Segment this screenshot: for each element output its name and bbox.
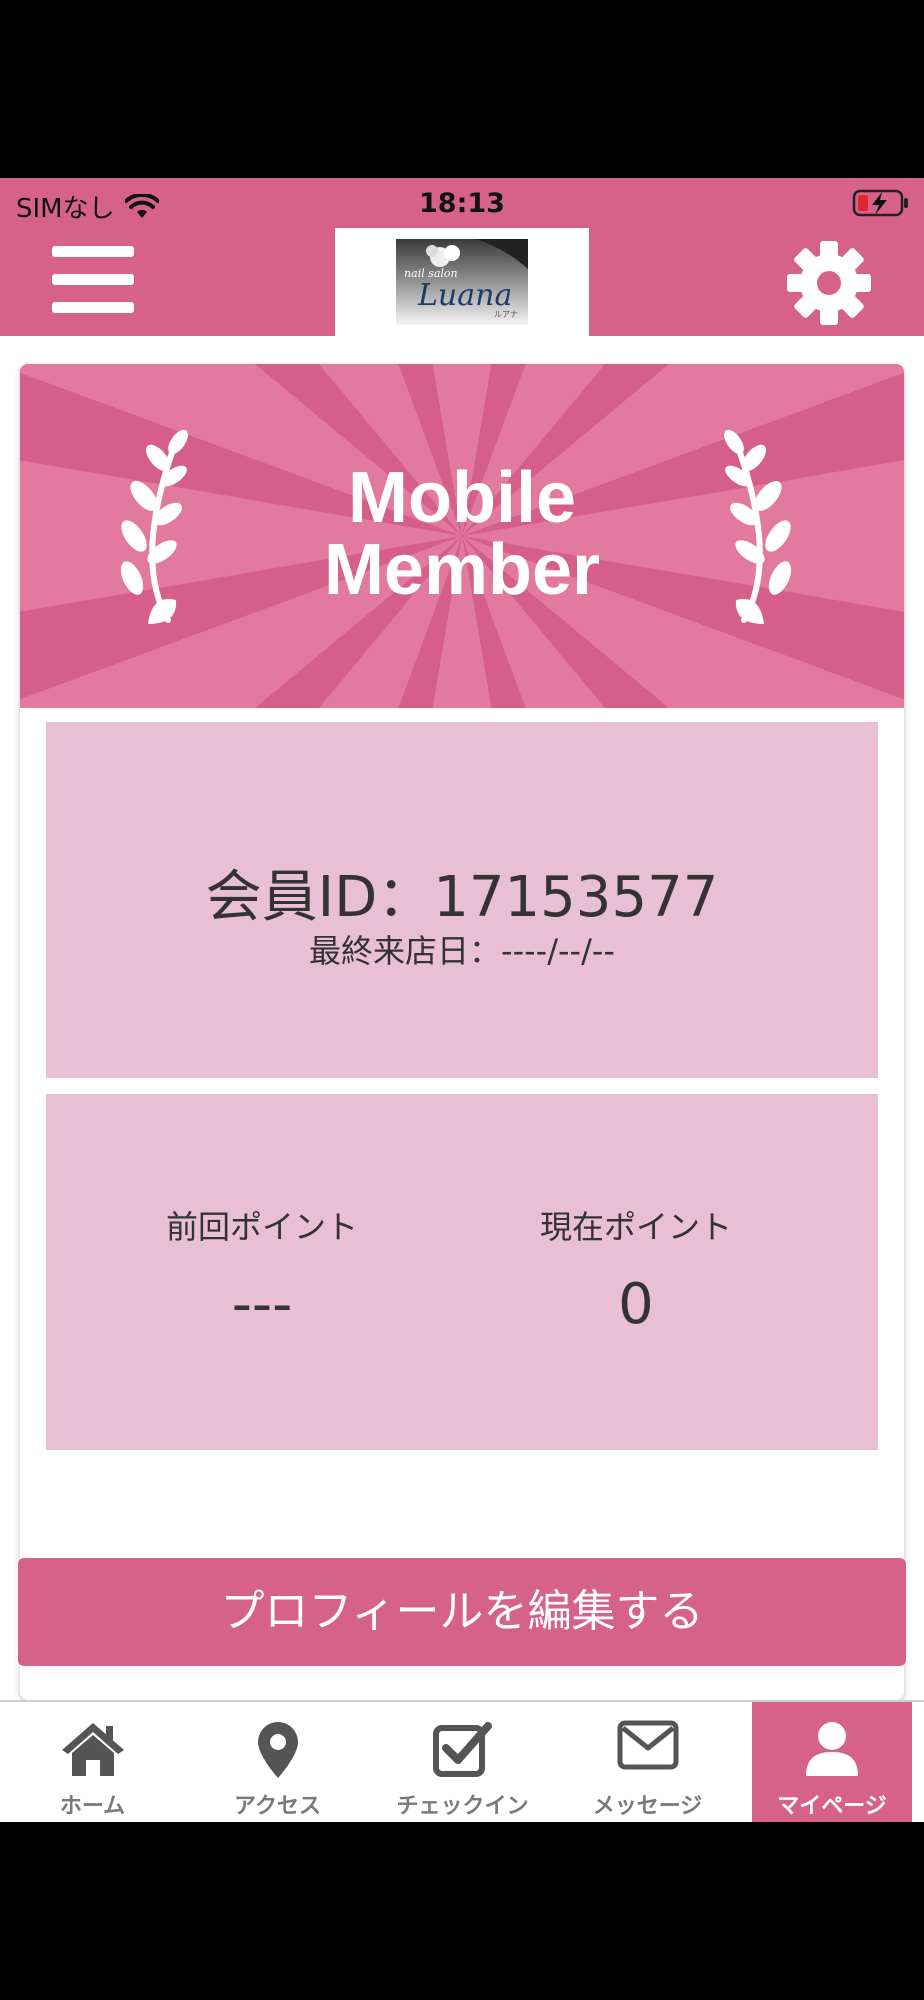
salon-logo: nail salon Luana ルアナ: [335, 228, 589, 336]
tab-messages[interactable]: メッセージ: [555, 1702, 740, 1822]
points-panel: 前回ポイント --- 現在ポイント 0: [46, 1094, 878, 1450]
previous-points-value: ---: [231, 1272, 293, 1337]
salon-logo-image: nail salon Luana ルアナ: [396, 239, 528, 325]
tab-mypage-label: マイページ: [777, 1794, 887, 1819]
member-card: Mobile Member 会員ID：17153577 最終来店日：----/-…: [20, 364, 904, 1700]
envelope-icon: [617, 1720, 678, 1770]
app-window: SIMなし 18:13 nail salon Luana ルアナ Mobile …: [0, 178, 924, 1822]
status-bar: SIMなし 18:13: [0, 178, 924, 228]
tab-access[interactable]: アクセス: [185, 1702, 370, 1822]
battery-charging-icon: [852, 189, 908, 217]
current-points: 現在ポイント 0: [436, 1202, 836, 1337]
previous-points: 前回ポイント ---: [62, 1202, 462, 1337]
status-time: 18:13: [419, 188, 505, 219]
member-id: 会員ID：17153577: [205, 865, 719, 930]
current-points-label: 現在ポイント: [539, 1208, 732, 1246]
current-points-value: 0: [618, 1272, 654, 1337]
tab-mypage[interactable]: マイページ: [752, 1702, 912, 1822]
tab-messages-label: メッセージ: [592, 1794, 703, 1819]
last-visit-date: 最終来店日：----/--/--: [309, 932, 615, 970]
tab-checkin-label: チェックイン: [396, 1794, 529, 1819]
home-icon: [61, 1723, 124, 1776]
tab-checkin[interactable]: チェックイン: [370, 1702, 555, 1822]
map-pin-icon: [257, 1722, 298, 1778]
logo-kana: ルアナ: [494, 310, 518, 319]
member-banner: Mobile Member: [20, 364, 904, 708]
tab-home-label: ホーム: [59, 1794, 126, 1819]
gear-icon[interactable]: [786, 240, 872, 326]
previous-points-label: 前回ポイント: [165, 1208, 358, 1246]
tab-home[interactable]: ホーム: [0, 1702, 185, 1822]
bottom-tab-bar: ホーム アクセス チェックイン メッセージ マイページ: [0, 1700, 924, 1822]
checkbox-icon: [432, 1722, 492, 1777]
laurel-right-icon: [724, 429, 792, 624]
tab-access-label: アクセス: [234, 1794, 321, 1819]
user-icon: [806, 1722, 858, 1776]
member-id-panel: 会員ID：17153577 最終来店日：----/--/--: [46, 722, 878, 1078]
edit-profile-button[interactable]: プロフィールを編集する: [18, 1558, 906, 1666]
hamburger-menu-button[interactable]: [52, 244, 134, 316]
phone-screen: SIMなし 18:13 nail salon Luana ルアナ Mobile …: [0, 0, 924, 2000]
logo-text: Luana: [417, 278, 512, 313]
app-header: SIMなし 18:13 nail salon Luana ルアナ: [0, 178, 924, 336]
